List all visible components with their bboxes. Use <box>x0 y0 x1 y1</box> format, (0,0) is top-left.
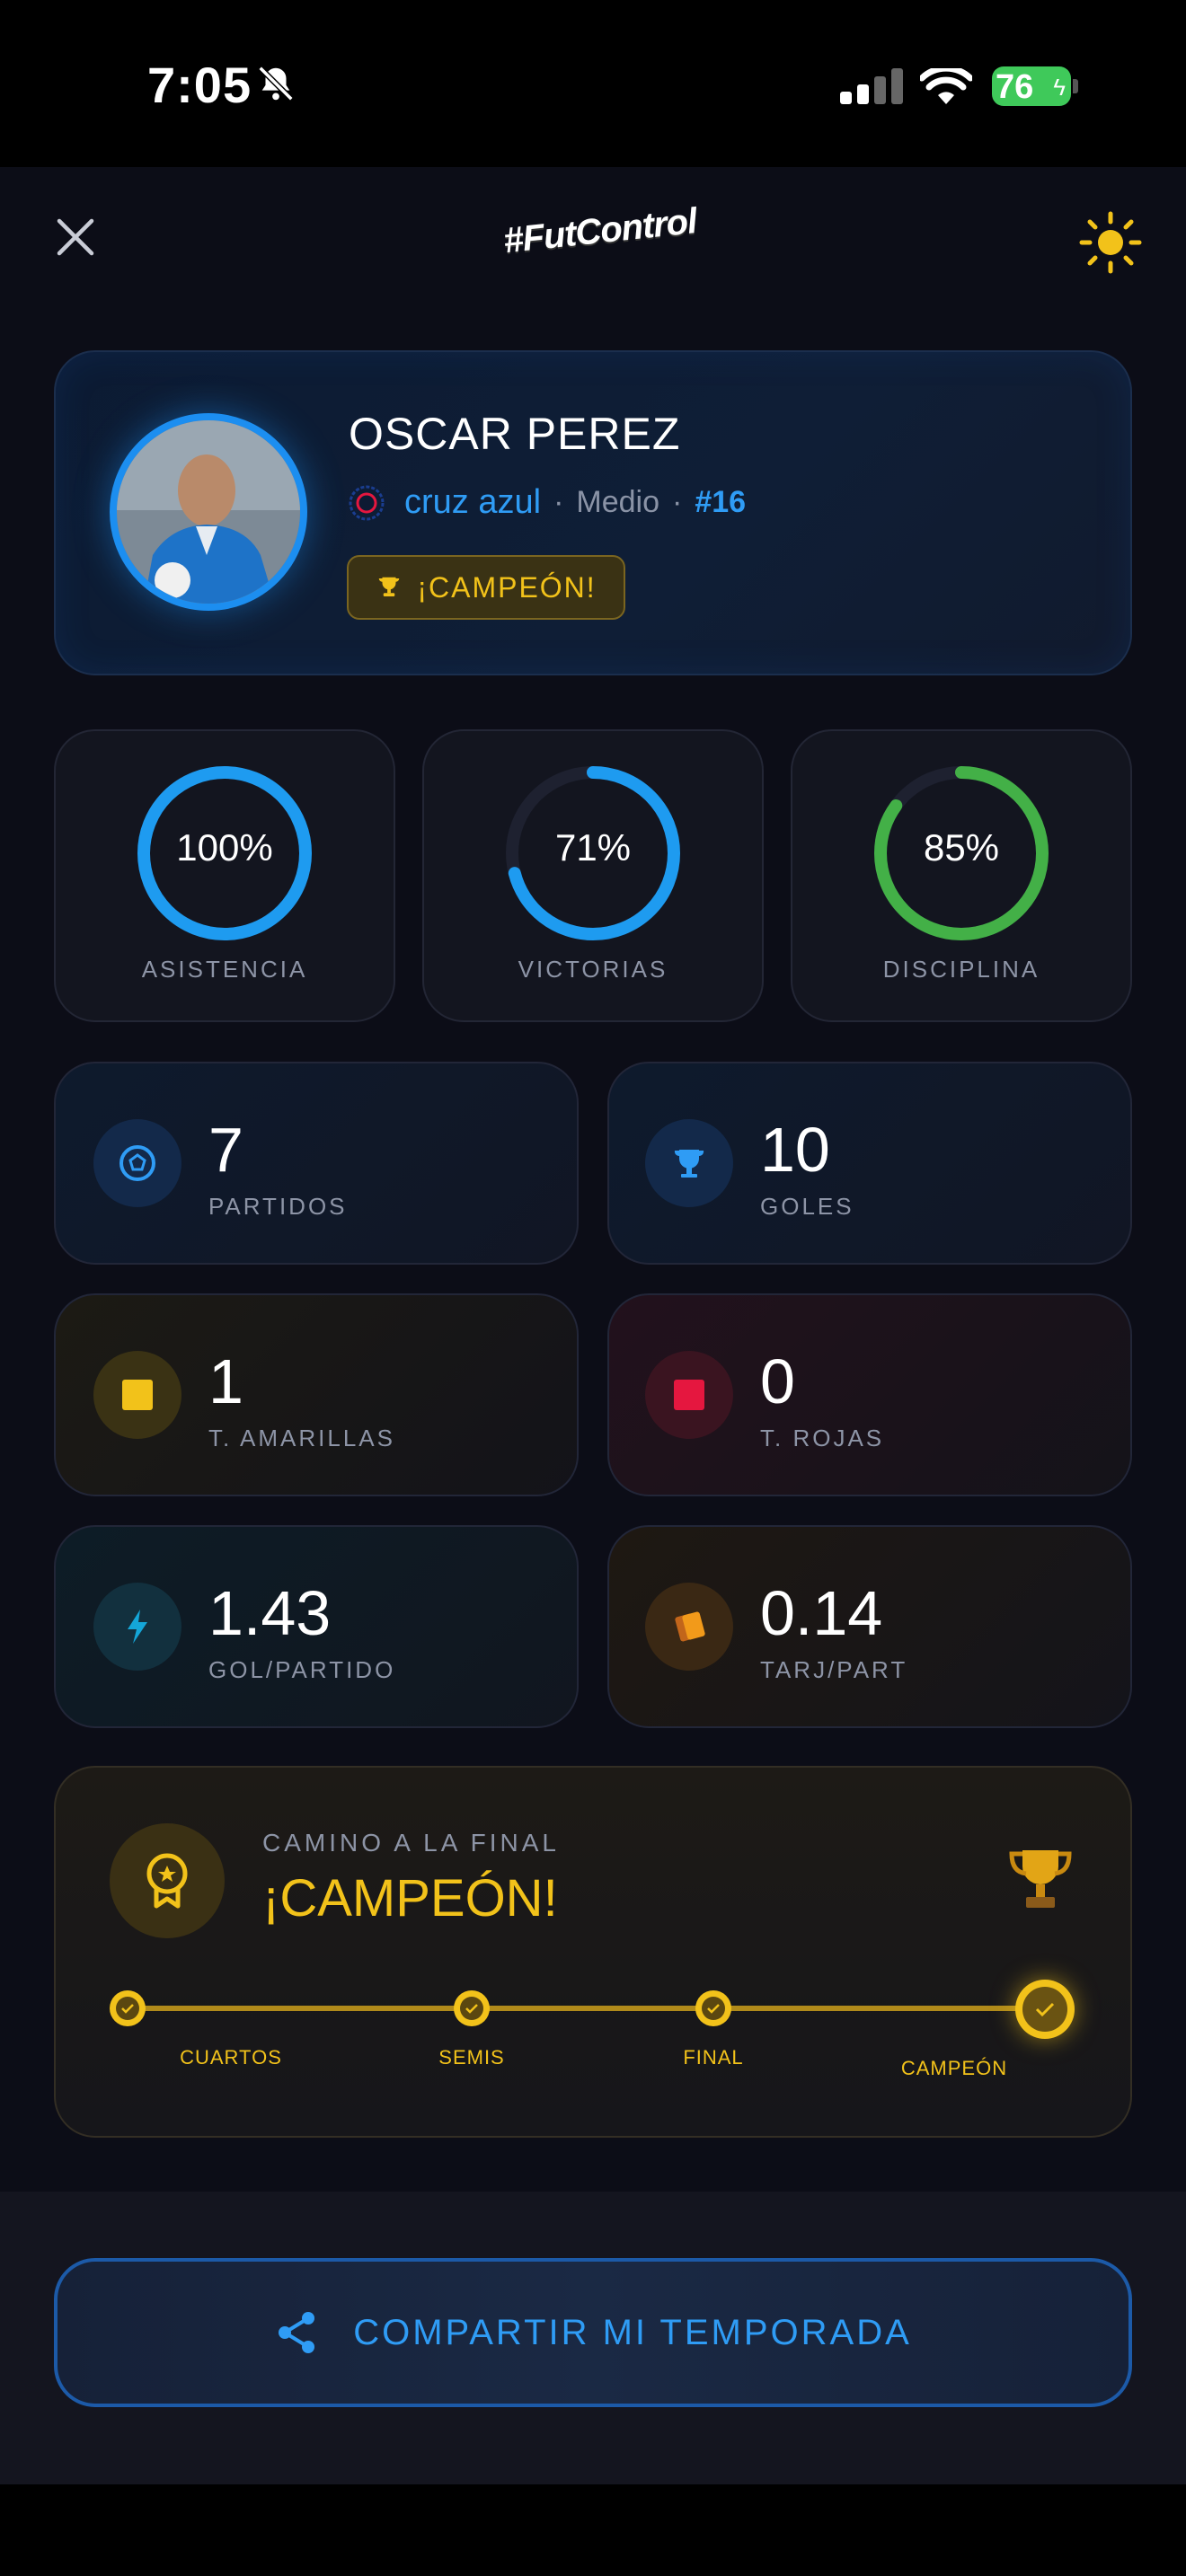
attendance-value: 100% <box>176 826 273 869</box>
cellular-signal-icon <box>840 66 903 104</box>
step-quarters-dot <box>110 1990 146 2026</box>
red-card-icon <box>645 1351 733 1439</box>
battery-level: 76 <box>996 68 1034 106</box>
player-name: OSCAR PEREZ <box>349 409 681 459</box>
share-button-label: COMPARTIR MI TEMPORADA <box>353 2312 912 2352</box>
champion-badge: ¡CAMPEÓN! <box>347 555 625 620</box>
player-position: Medio <box>576 485 659 519</box>
goals-per-match-label: GOL/PARTIDO <box>208 1656 396 1683</box>
club-crest-icon <box>349 485 385 520</box>
step-semis-dot <box>454 1990 490 2026</box>
road-caption: CAMINO A LA FINAL <box>262 1829 560 1857</box>
close-icon[interactable] <box>52 214 99 260</box>
step-semis-label: SEMIS <box>438 2046 505 2069</box>
victories-value: 71% <box>554 826 632 869</box>
cards-per-match-value: 0.14 <box>760 1578 883 1648</box>
step-quarters-label: CUARTOS <box>180 2046 282 2069</box>
victories-label: VICTORIAS <box>518 956 668 983</box>
battery-indicator: 76 ϟ <box>992 66 1071 106</box>
road-to-final-card <box>54 1766 1132 2138</box>
yellow-cards-label: T. AMARILLAS <box>208 1425 395 1451</box>
separator: · <box>672 485 683 519</box>
attendance-label: ASISTENCIA <box>141 956 308 983</box>
matches-label: PARTIDOS <box>208 1193 348 1220</box>
yellow-cards-value: 1 <box>208 1346 243 1416</box>
player-meta: cruz azul · Medio · #16 <box>349 483 746 522</box>
red-cards-label: T. ROJAS <box>760 1425 885 1451</box>
bolt-icon <box>93 1583 181 1671</box>
charging-bolt-icon: ϟ <box>1053 74 1066 101</box>
avatar <box>110 413 307 611</box>
share-season-button[interactable]: COMPARTIR MI TEMPORADA <box>54 2258 1132 2407</box>
red-cards-value: 0 <box>760 1346 795 1416</box>
battery-cap <box>1073 79 1078 93</box>
wifi-icon <box>920 68 972 104</box>
cards-icon <box>645 1583 733 1671</box>
step-champion-label: CAMPEÓN <box>900 2057 1008 2079</box>
player-number: #16 <box>695 485 747 519</box>
yellow-card-icon <box>93 1351 181 1439</box>
trophy-icon <box>379 577 400 596</box>
matches-value: 7 <box>208 1115 243 1185</box>
gold-trophy-icon <box>1009 1850 1072 1908</box>
discipline-value: 85% <box>923 826 1000 869</box>
goals-label: GOLES <box>760 1193 854 1220</box>
progress-track <box>128 2006 1044 2011</box>
home-indicator-area <box>0 2484 1186 2576</box>
cards-per-match-label: TARJ/PART <box>760 1656 908 1683</box>
status-time: 7:05 <box>147 57 252 113</box>
bell-off-icon <box>258 66 294 101</box>
club-name[interactable]: cruz azul <box>404 483 541 522</box>
share-icon <box>279 2312 315 2353</box>
soccer-ball-icon <box>93 1119 181 1207</box>
road-title: ¡CAMPEÓN! <box>262 1869 558 1928</box>
separator: · <box>553 485 564 519</box>
step-champion-dot <box>1015 1980 1075 2039</box>
discipline-label: DISCIPLINA <box>882 956 1040 983</box>
trophy-icon <box>645 1119 733 1207</box>
status-bar: 7:05 76 ϟ <box>0 0 1186 167</box>
medal-icon <box>110 1823 225 1938</box>
step-final-dot <box>695 1990 731 2026</box>
goals-per-match-value: 1.43 <box>208 1578 332 1648</box>
sun-icon[interactable] <box>1078 210 1143 275</box>
goals-value: 10 <box>760 1115 830 1185</box>
champion-badge-label: ¡CAMPEÓN! <box>417 570 597 604</box>
step-final-label: FINAL <box>683 2046 744 2069</box>
